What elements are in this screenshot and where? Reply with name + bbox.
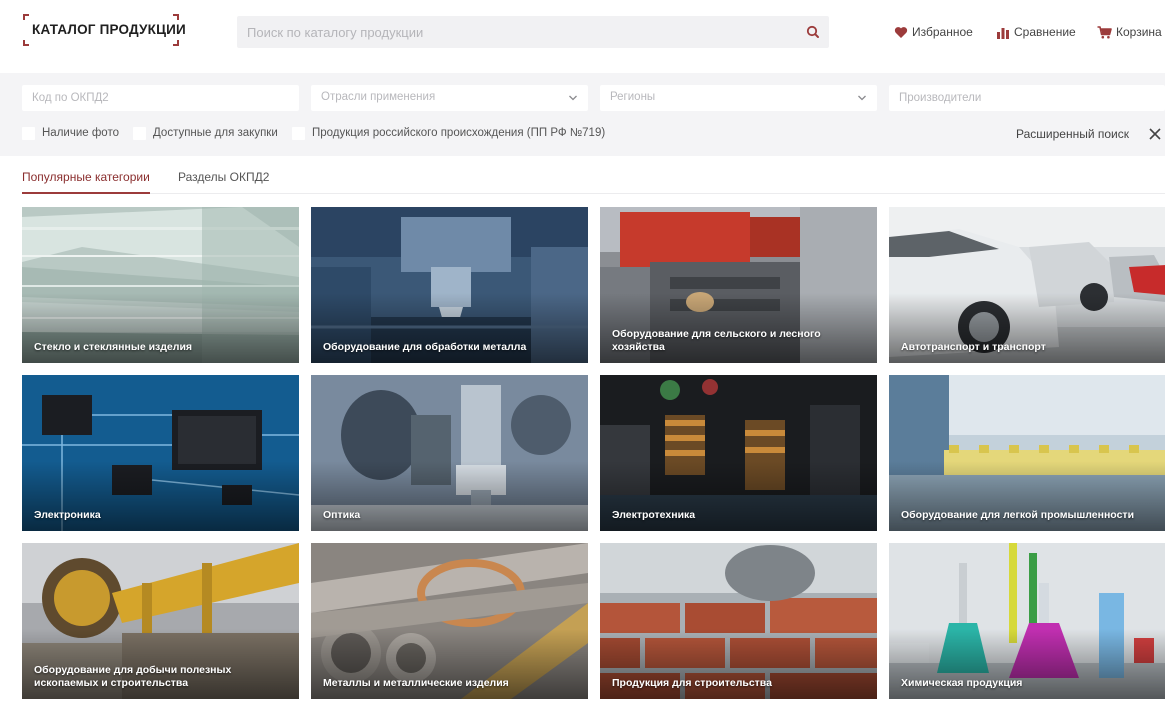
tab-popular-categories[interactable]: Популярные категории	[22, 170, 150, 194]
bar-chart-icon	[997, 27, 1009, 39]
advanced-search-link[interactable]: Расширенный поиск	[1016, 127, 1129, 141]
category-card-glass[interactable]: Стекло и стеклянные изделия	[22, 207, 299, 363]
category-card-construction-products[interactable]: Продукция для строительства	[600, 543, 877, 699]
cart-icon	[1097, 25, 1112, 38]
russian-origin-checkbox-label: Продукция российского происхождения (ПП …	[312, 127, 606, 139]
category-label: Стекло и стеклянные изделия	[34, 341, 193, 353]
category-label: Оборудование для легкой промышленности	[901, 509, 1135, 521]
category-label: Металлы и металлические изделия	[323, 677, 509, 689]
category-label: Оборудование для сельского и лесного хоз…	[612, 328, 821, 353]
heart-icon	[894, 26, 908, 38]
category-label: Электротехника	[612, 509, 696, 521]
category-label: Продукция для строительства	[612, 677, 772, 689]
search-icon	[806, 25, 819, 38]
okpd-code-input[interactable]	[22, 85, 299, 111]
header: КАТАЛОГ ПРОДУКЦИИ Избранное Сравнение	[0, 0, 1165, 68]
manufacturers-field[interactable]	[889, 85, 1165, 111]
industries-select-value: Отрасли применения	[321, 91, 436, 103]
search-input[interactable]	[237, 16, 797, 48]
logo-text: КАТАЛОГ ПРОДУКЦИИ	[32, 22, 186, 37]
catalog-logo[interactable]: КАТАЛОГ ПРОДУКЦИИ	[23, 14, 186, 46]
chevron-down-icon	[569, 95, 577, 101]
tab-okpd2-sections[interactable]: Разделы ОКПД2	[178, 170, 269, 194]
category-card-metals-metal-products[interactable]: Металлы и металлические изделия	[311, 543, 588, 699]
checkbox-box[interactable]	[292, 126, 305, 140]
chevron-down-icon	[858, 95, 866, 101]
category-label: Оптика	[323, 509, 361, 521]
category-label: Химическая продукция	[901, 677, 1023, 689]
category-card-chemical-products[interactable]: Химическая продукция	[889, 543, 1165, 699]
favorites-label: Избранное	[912, 25, 973, 39]
filter-panel: Отрасли применения Регионы Наличие фото …	[0, 73, 1165, 156]
russian-origin-checkbox[interactable]: Продукция российского происхождения (ПП …	[292, 125, 605, 141]
industries-select[interactable]: Отрасли применения	[311, 85, 588, 111]
category-tabs: Популярные категории Разделы ОКПД2	[22, 170, 1165, 194]
regions-select-value: Регионы	[610, 91, 656, 103]
checkbox-box[interactable]	[22, 126, 35, 140]
manufacturers-input[interactable]	[889, 85, 1165, 111]
category-card-electronics[interactable]: Электроника	[22, 375, 299, 531]
category-card-vehicles-transport[interactable]: Автотранспорт и транспорт	[889, 207, 1165, 363]
cart-link[interactable]: Корзина	[1097, 24, 1162, 40]
category-card-light-industry-equipment[interactable]: Оборудование для легкой промышленности	[889, 375, 1165, 531]
photo-checkbox[interactable]: Наличие фото	[22, 125, 119, 141]
category-label: Электроника	[34, 509, 101, 521]
okpd-code-field[interactable]	[22, 85, 299, 111]
category-card-agriculture-forestry-equipment[interactable]: Оборудование для сельского и лесного хоз…	[600, 207, 877, 363]
category-card-optics[interactable]: Оптика	[311, 375, 588, 531]
cart-label: Корзина	[1116, 25, 1162, 39]
category-grid: Стекло и стеклянные изделия Оборудование…	[22, 207, 1165, 699]
search-bar	[237, 16, 829, 48]
close-icon[interactable]	[1148, 127, 1162, 141]
checkbox-box[interactable]	[133, 126, 146, 140]
category-card-metalworking-equipment[interactable]: Оборудование для обработки металла	[311, 207, 588, 363]
available-checkbox-label: Доступные для закупки	[153, 127, 278, 139]
category-label: Автотранспорт и транспорт	[901, 341, 1046, 353]
favorites-link[interactable]: Избранное	[894, 24, 973, 40]
available-checkbox[interactable]: Доступные для закупки	[133, 125, 278, 141]
compare-link[interactable]: Сравнение	[996, 24, 1076, 40]
compare-label: Сравнение	[1014, 25, 1076, 39]
regions-select[interactable]: Регионы	[600, 85, 877, 111]
photo-checkbox-label: Наличие фото	[42, 127, 119, 139]
category-label: Оборудование для обработки металла	[323, 341, 527, 353]
category-label: Оборудование для добычи полезных ископае…	[34, 664, 232, 689]
search-button[interactable]	[803, 22, 823, 42]
category-card-mining-construction-equipment[interactable]: Оборудование для добычи полезных ископае…	[22, 543, 299, 699]
category-card-electrical-engineering[interactable]: Электротехника	[600, 375, 877, 531]
